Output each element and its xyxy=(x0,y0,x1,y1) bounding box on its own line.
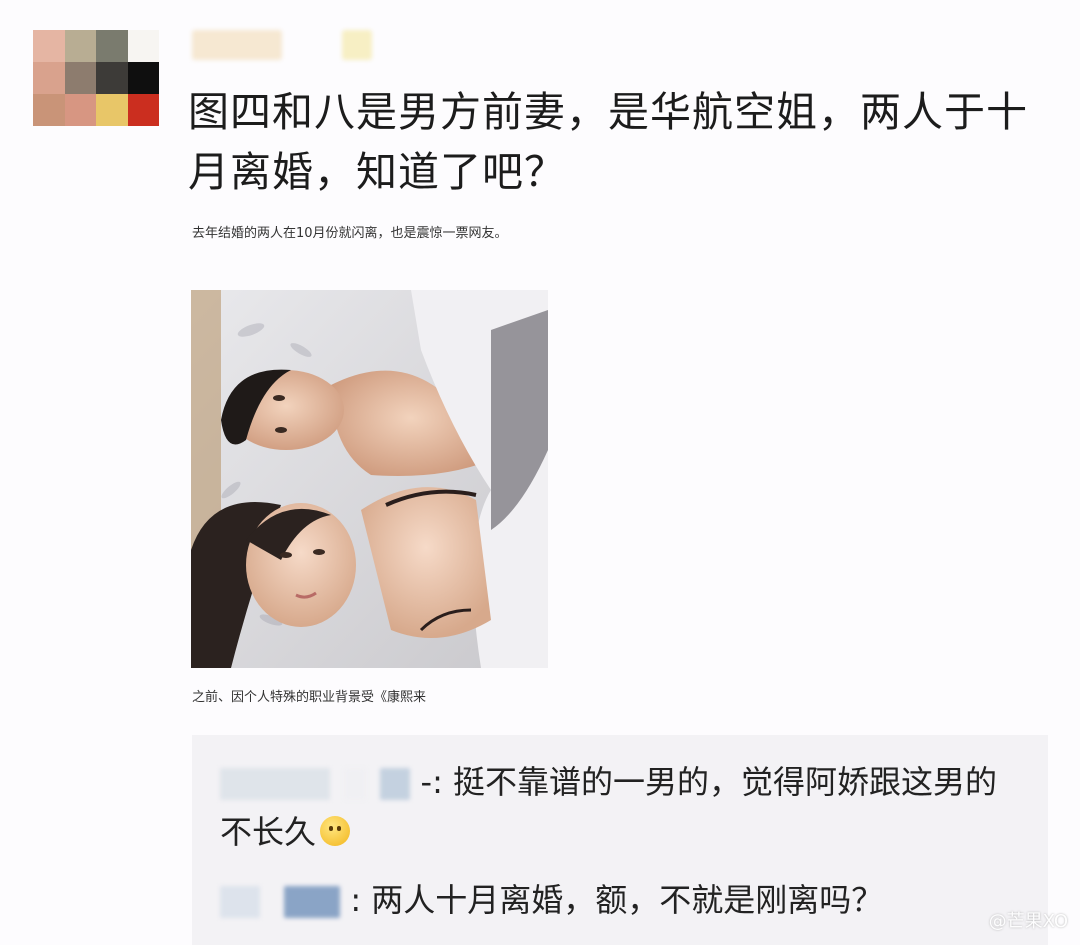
weibo-post-screenshot: 图四和八是男方前妻，是华航空姐，两人于十月离婚，知道了吧？ 去年结婚的两人在10… xyxy=(0,0,1080,945)
comment-1[interactable]: -: 挺不靠谱的一男的，觉得阿娇跟这男的不长久 xyxy=(220,757,1020,857)
couple-photo-illustration xyxy=(191,290,548,668)
username-blurred[interactable] xyxy=(192,30,372,64)
user-avatar[interactable] xyxy=(33,30,159,126)
commenter-name-suffix: - xyxy=(420,763,433,801)
comment-2[interactable]: : 两人十月离婚，额，不就是刚离吗？ xyxy=(220,875,1020,925)
article-caption-top: 去年结婚的两人在10月份就闪离，也是震惊一票网友。 xyxy=(192,226,508,241)
article-caption-bottom: 之前、因个人特殊的职业背景受《康熙来 xyxy=(192,690,427,705)
post-photo[interactable] xyxy=(191,290,548,668)
upside-down-face-icon xyxy=(320,816,351,846)
post-text: 图四和八是男方前妻，是华航空姐，两人于十月离婚，知道了吧？ xyxy=(188,88,1028,196)
comment-2-text: : 两人十月离婚，额，不就是刚离吗？ xyxy=(350,881,884,919)
watermark: @芒果XO xyxy=(988,911,1068,932)
commenter-name-blurred[interactable] xyxy=(220,768,330,800)
commenter-name-blurred[interactable] xyxy=(220,886,260,918)
comments-section: -: 挺不靠谱的一男的，觉得阿娇跟这男的不长久 : 两人十月离婚，额，不就是刚离… xyxy=(192,735,1048,945)
